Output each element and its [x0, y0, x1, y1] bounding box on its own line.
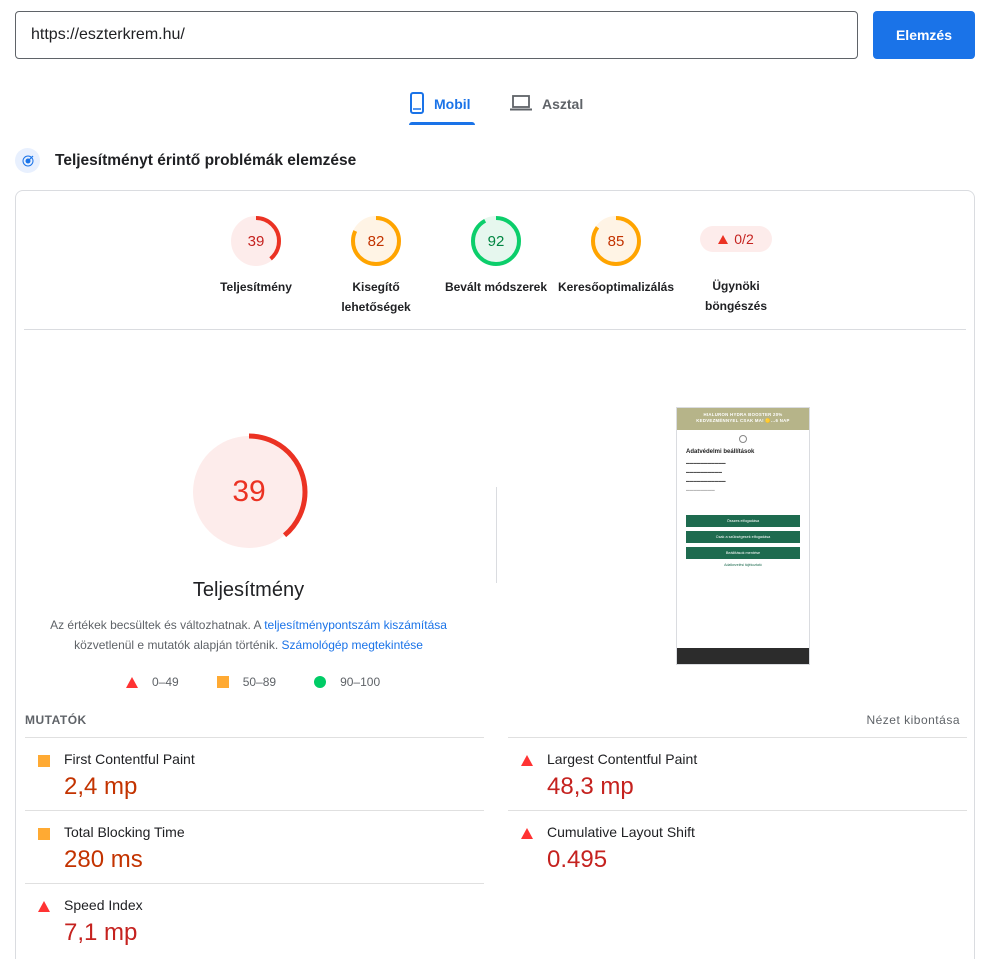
analyze-button[interactable]: Elemzés — [873, 11, 975, 59]
metric-label: Speed Index — [64, 897, 143, 913]
vertical-separator — [496, 487, 497, 583]
gauge-score: 92 — [488, 233, 505, 250]
gauge-label: Kisegítő lehetőségek — [341, 280, 411, 314]
url-input[interactable] — [15, 11, 858, 59]
gauge-accessibility[interactable]: 82 Kisegítő lehetőségek — [316, 215, 436, 317]
metric-value: 48,3 mp — [547, 773, 634, 800]
tab-mobile-label: Mobil — [434, 96, 471, 112]
gauge-label: Bevált módszerek — [444, 280, 548, 294]
metric-fcp: First Contentful Paint 2,4 mp — [25, 737, 484, 809]
device-tabs: Mobil Asztal — [0, 82, 990, 128]
metrics-title: MUTATÓK — [25, 713, 87, 727]
section-title: Teljesítményt érintő problémák elemzése — [55, 151, 357, 169]
page-screenshot[interactable]: HIALURON HYDRA BOOSTER 20% KEDVEZMÉNNYEL… — [676, 407, 810, 665]
legend-pass: 90–100 — [314, 675, 380, 689]
screenshot-accept-necessary: Csak a szükségesek elfogadása — [686, 531, 800, 543]
metric-value: 7,1 mp — [64, 919, 138, 946]
gauge-ring: 39 — [231, 216, 281, 266]
section-heading: Teljesítményt érintő problémák elemzése — [15, 148, 356, 173]
laptop-icon — [510, 94, 532, 114]
fail-triangle-icon — [521, 755, 533, 766]
metric-si: Speed Index 7,1 mp — [25, 883, 484, 955]
score-note: Az értékek becsültek és változhatnak. A … — [50, 618, 447, 652]
metrics-header: MUTATÓK Nézet kibontása — [25, 713, 960, 727]
screenshot-save-settings: Beállítások mentése — [686, 547, 800, 559]
screenshot-banner: HIALURON HYDRA BOOSTER 20% KEDVEZMÉNNYEL… — [677, 408, 809, 430]
metric-label: Cumulative Layout Shift — [547, 824, 695, 840]
gauge-score: 82 — [368, 233, 385, 250]
metric-value: 0.495 — [547, 846, 608, 873]
gauge-label: Keresőoptimalizálás — [557, 280, 675, 294]
expand-view-link[interactable]: Nézet kibontása — [866, 713, 960, 727]
performance-big-gauge: 39 — [190, 433, 308, 551]
gauge-score: 85 — [608, 233, 625, 250]
score-legend: 0–49 50–89 90–100 — [126, 675, 418, 689]
gauge-label: Teljesítmény — [220, 280, 292, 294]
screenshot-body: ▬▬▬▬▬▬▬▬▬▬▬ ▬▬▬▬▬▬▬▬▬▬ ▬▬▬▬▬▬▬▬▬▬▬ ▬▬▬▬▬… — [686, 461, 726, 492]
gauge-score: 39 — [248, 233, 265, 250]
metric-value: 280 ms — [64, 846, 143, 873]
gauge-best-practices[interactable]: 92 Bevált módszerek — [436, 215, 556, 297]
gauge-seo[interactable]: 85 Keresőoptimalizálás — [556, 215, 676, 297]
performance-score: 39 — [232, 475, 265, 508]
legend-fail: 0–49 — [126, 675, 179, 689]
smartphone-icon — [410, 91, 424, 117]
screenshot-title: Adatvédelmi beállítások — [686, 449, 755, 455]
gauge-performance[interactable]: 39 Teljesítmény — [196, 215, 316, 297]
gauge-label: Ügynöki böngészés — [704, 279, 767, 313]
average-square-icon — [38, 828, 50, 840]
screenshot-footer — [677, 648, 809, 664]
gauge-agentic-browsing[interactable]: 0/2 Ügynöki böngészés — [676, 215, 796, 316]
pass-circle-icon — [314, 676, 327, 688]
metric-lcp: Largest Contentful Paint 48,3 mp — [508, 737, 967, 809]
screenshot-privacy-link: Adatkezelési tájékoztató — [724, 563, 762, 567]
metric-tbt: Total Blocking Time 280 ms — [25, 810, 484, 882]
fail-triangle-icon — [126, 676, 138, 688]
fail-triangle-icon — [718, 234, 729, 244]
agentic-badge: 0/2 — [700, 226, 772, 252]
fail-triangle-icon — [521, 828, 533, 839]
metric-value: 2,4 mp — [64, 773, 138, 800]
screenshot-logo — [739, 435, 747, 443]
metric-cls: Cumulative Layout Shift 0.495 — [508, 810, 967, 882]
tab-desktop[interactable]: Asztal — [510, 82, 583, 126]
gauge-ring: 92 — [471, 216, 521, 266]
tab-desktop-label: Asztal — [542, 96, 584, 112]
calculator-link[interactable]: Számológép megtekintése — [282, 638, 423, 652]
tab-mobile[interactable]: Mobil — [410, 82, 471, 126]
gauge-ring: 85 — [591, 216, 641, 266]
average-square-icon — [38, 755, 50, 767]
average-square-icon — [216, 676, 229, 688]
metric-label: Total Blocking Time — [64, 824, 185, 840]
gauge-ring: 82 — [351, 216, 401, 266]
divider — [24, 329, 966, 330]
score-calc-link[interactable]: teljesítménypontszám kiszámítása — [264, 618, 447, 632]
metric-label: Largest Contentful Paint — [547, 751, 698, 767]
legend-average: 50–89 — [216, 675, 276, 689]
report-card: 39 Teljesítmény 82 Kisegítő lehetőségek 9… — [15, 190, 975, 959]
performance-diagnose-icon — [15, 148, 40, 173]
active-tab-indicator — [409, 122, 475, 125]
fail-triangle-icon — [38, 901, 50, 912]
performance-title: Teljesítmény — [192, 579, 305, 601]
screenshot-accept-all: Összes elfogadása — [686, 515, 800, 527]
metric-label: First Contentful Paint — [64, 751, 195, 767]
